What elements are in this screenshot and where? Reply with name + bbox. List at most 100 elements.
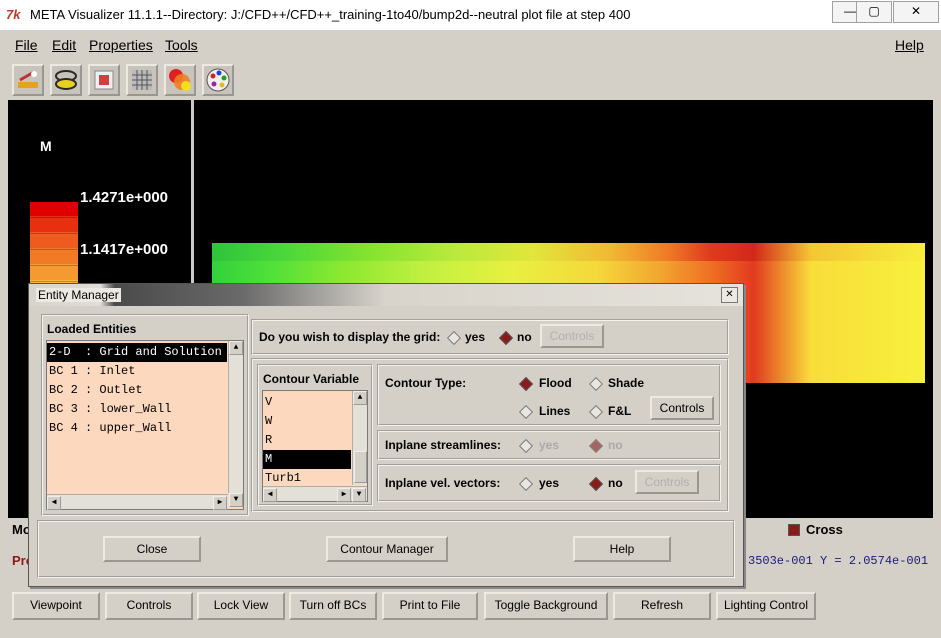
shade-label: Shade bbox=[608, 376, 645, 390]
grid-icon[interactable] bbox=[126, 64, 158, 96]
contour-controls-button[interactable]: Controls bbox=[650, 396, 714, 420]
grid-no-radio[interactable] bbox=[498, 330, 514, 346]
vectors-panel: Inplane vel. vectors: yes no Controls bbox=[377, 464, 721, 502]
app-icon: 7k bbox=[6, 7, 21, 22]
vectors-no-label: no bbox=[608, 476, 623, 490]
variable-vscrollbar[interactable]: ▲ bbox=[352, 391, 367, 485]
dialog-button-panel: Close Contour Manager Help bbox=[37, 520, 735, 578]
scroll-up-icon[interactable]: ▲ bbox=[353, 391, 367, 405]
close-button[interactable]: Close bbox=[103, 536, 201, 562]
vectors-no-radio[interactable] bbox=[588, 476, 604, 492]
vectors-controls-button[interactable]: Controls bbox=[635, 470, 699, 494]
toggle-background-button[interactable]: Toggle Background bbox=[484, 592, 608, 620]
streamlines-panel: Inplane streamlines: yes no bbox=[377, 430, 721, 460]
contour-variable-listbox[interactable]: V W R M Turb1 ▲ ◀ ▶ ▼ bbox=[262, 390, 368, 502]
fl-radio[interactable] bbox=[588, 404, 604, 420]
scroll-left-icon[interactable]: ◀ bbox=[47, 496, 61, 510]
legend-title: M bbox=[40, 138, 52, 154]
fl-label: F&L bbox=[608, 404, 632, 418]
list-item[interactable]: BC 4 : upper_Wall bbox=[47, 419, 227, 438]
dialog-close-icon[interactable]: ✕ bbox=[721, 287, 738, 303]
scroll-thumb[interactable] bbox=[354, 451, 367, 483]
lines-label: Lines bbox=[539, 404, 571, 418]
refresh-button[interactable]: Refresh bbox=[613, 592, 711, 620]
list-item[interactable]: R bbox=[263, 431, 351, 450]
help-button[interactable]: Help bbox=[573, 536, 671, 562]
lock-view-button[interactable]: Lock View bbox=[197, 592, 285, 620]
list-item[interactable]: BC 1 : Inlet bbox=[47, 362, 227, 381]
scroll-up-icon[interactable]: ▲ bbox=[229, 341, 243, 355]
flood-label: Flood bbox=[539, 376, 572, 390]
loaded-entities-panel: Loaded Entities 2-D : Grid and Solution … bbox=[41, 314, 249, 516]
vectors-yes-label: yes bbox=[539, 476, 560, 490]
grid-display-panel: Do you wish to display the grid: yes no … bbox=[251, 319, 729, 355]
entity-manager-dialog: Entity Manager ✕ Loaded Entities 2-D : G… bbox=[28, 283, 744, 587]
dialog-title: Entity Manager bbox=[36, 288, 121, 302]
menu-edit[interactable]: Edit bbox=[52, 37, 76, 53]
variable-hscrollbar[interactable]: ◀ ▶ ▼ bbox=[263, 486, 367, 502]
list-item[interactable]: 2-D : Grid and Solution bbox=[47, 343, 227, 362]
menu-properties[interactable]: Properties bbox=[89, 37, 153, 53]
legend-value: 1.1417e+000 bbox=[80, 241, 169, 258]
cross-radio[interactable] bbox=[788, 524, 800, 536]
contour-icon[interactable] bbox=[164, 64, 196, 96]
shade-radio[interactable] bbox=[588, 376, 604, 392]
streamlines-no-radio[interactable] bbox=[588, 438, 604, 454]
streamlines-label: Inplane streamlines: bbox=[385, 438, 502, 452]
plot-icon[interactable] bbox=[12, 64, 44, 96]
menu-file[interactable]: File bbox=[15, 37, 38, 53]
title-bar: 7k META Visualizer 11.1.1--Directory: J:… bbox=[0, 0, 941, 31]
streamlines-no-label: no bbox=[608, 438, 623, 452]
list-item[interactable]: BC 2 : Outlet bbox=[47, 381, 227, 400]
surface-icon[interactable] bbox=[88, 64, 120, 96]
grid-no-label: no bbox=[517, 330, 532, 344]
list-item[interactable]: W bbox=[263, 412, 351, 431]
flood-radio[interactable] bbox=[518, 376, 534, 392]
grid-yes-radio[interactable] bbox=[446, 330, 462, 346]
loaded-entities-label: Loaded Entities bbox=[47, 322, 137, 336]
entities-hscrollbar[interactable]: ◀ ▶ bbox=[47, 494, 228, 510]
legend-max-value: 1.4271e+000 bbox=[80, 189, 169, 206]
scroll-down-icon[interactable]: ▼ bbox=[352, 488, 366, 502]
list-item[interactable]: BC 3 : lower_Wall bbox=[47, 400, 227, 419]
close-window-button[interactable]: ✕ bbox=[893, 1, 939, 23]
coordinate-readout: 3503e-001 Y = 2.0574e-001 bbox=[748, 554, 929, 568]
grid-yes-label: yes bbox=[465, 330, 486, 344]
contour-plot-top bbox=[212, 243, 925, 261]
scroll-left-icon[interactable]: ◀ bbox=[263, 488, 277, 502]
menu-tools[interactable]: Tools bbox=[165, 37, 198, 53]
restore-button[interactable]: ▢ bbox=[856, 1, 892, 23]
menu-bar: File Edit Properties Tools Help bbox=[0, 33, 941, 57]
scroll-down-icon[interactable]: ▼ bbox=[229, 493, 243, 507]
grid-controls-button[interactable]: Controls bbox=[540, 324, 604, 348]
print-to-file-button[interactable]: Print to File bbox=[382, 592, 478, 620]
entities-vscrollbar[interactable]: ▲ ▼ bbox=[228, 341, 243, 507]
streamlines-yes-label: yes bbox=[539, 438, 560, 452]
dialog-title-bar: Entity Manager ✕ bbox=[29, 284, 743, 306]
list-item[interactable]: M bbox=[263, 450, 351, 469]
contour-variable-label: Contour Variable bbox=[263, 372, 360, 386]
variable-list: V W R M Turb1 bbox=[263, 393, 351, 488]
lines-radio[interactable] bbox=[518, 404, 534, 420]
contour-variable-panel: Contour Variable V W R M Turb1 ▲ ◀ ▶ ▼ bbox=[257, 364, 373, 506]
scroll-right-icon[interactable]: ▶ bbox=[213, 496, 227, 510]
grid-question-label: Do you wish to display the grid: bbox=[259, 330, 441, 344]
streamlines-yes-radio[interactable] bbox=[518, 438, 534, 454]
palette-icon[interactable] bbox=[202, 64, 234, 96]
streamlines-icon[interactable] bbox=[50, 64, 82, 96]
lighting-control-button[interactable]: Lighting Control bbox=[716, 592, 816, 620]
list-item[interactable]: V bbox=[263, 393, 351, 412]
vectors-yes-radio[interactable] bbox=[518, 476, 534, 492]
turn-off-bcs-button[interactable]: Turn off BCs bbox=[289, 592, 377, 620]
entities-listbox[interactable]: 2-D : Grid and Solution BC 1 : Inlet BC … bbox=[46, 340, 244, 510]
menu-help[interactable]: Help bbox=[895, 37, 924, 53]
vectors-label: Inplane vel. vectors: bbox=[385, 476, 501, 490]
cross-label: Cross bbox=[806, 522, 843, 537]
contour-type-label: Contour Type: bbox=[385, 376, 467, 390]
controls-button[interactable]: Controls bbox=[105, 592, 193, 620]
window-title: META Visualizer 11.1.1--Directory: J:/CF… bbox=[30, 7, 631, 22]
viewpoint-button[interactable]: Viewpoint bbox=[12, 592, 100, 620]
scroll-right-icon[interactable]: ▶ bbox=[337, 488, 351, 502]
contour-type-panel: Contour Type: Flood Shade Lines F&L Cont… bbox=[377, 364, 721, 426]
contour-manager-button[interactable]: Contour Manager bbox=[326, 536, 448, 562]
